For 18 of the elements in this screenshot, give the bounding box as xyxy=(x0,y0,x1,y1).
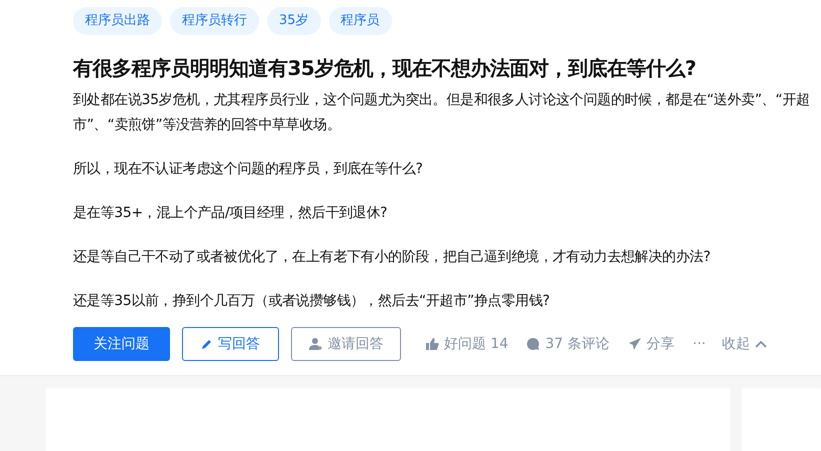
like-button[interactable]: 好问题 14 xyxy=(417,335,516,353)
question-title: 有很多程序员明明知道有35岁危机，现在不想办法面对，到底在等什么? xyxy=(73,55,697,82)
invite-button[interactable]: 邀请回答 xyxy=(291,327,401,361)
question-paragraph: 还是等35以前，挣到个几百万（或者说攒够钱），然后去“开超市”挣点零用钱? xyxy=(73,292,551,311)
topic-tag[interactable]: 程序员出路 xyxy=(73,7,162,35)
question-paragraph: 所以，现在不认证考虑这个问题的程序员，到底在等什么? xyxy=(73,160,424,179)
question-paragraph: 还是等自己干不动了或者被优化了，在上有老下有小的阶段，把自己逼到绝境，才有动力去想解决的办法? xyxy=(73,248,712,267)
collapse-button[interactable]: 收起 xyxy=(714,335,775,353)
topic-tag[interactable]: 程序员转行 xyxy=(170,7,259,35)
answer-button[interactable]: 写回答 xyxy=(182,327,279,361)
topic-tag[interactable]: 程序员 xyxy=(328,7,392,35)
share-button[interactable]: 分享 xyxy=(620,335,683,353)
comment-button[interactable]: 37 条评论 xyxy=(518,335,618,353)
more-button[interactable]: ··· xyxy=(684,335,714,353)
follow-button[interactable]: 关注问题 xyxy=(73,327,170,361)
question-paragraph: 是在等35+，混上个产品/项目经理，然后干到退休? xyxy=(73,204,388,223)
question-paragraph: 到处都在说35岁危机，尤其程序员行业，这个问题尤为突出。但是和很多人讨论这个问题的时候，都是在“送外卖”、“开超市”、“卖煎饼”等没营养的回答中草草收场。 xyxy=(73,91,811,135)
topic-tag[interactable]: 35岁 xyxy=(267,7,321,35)
